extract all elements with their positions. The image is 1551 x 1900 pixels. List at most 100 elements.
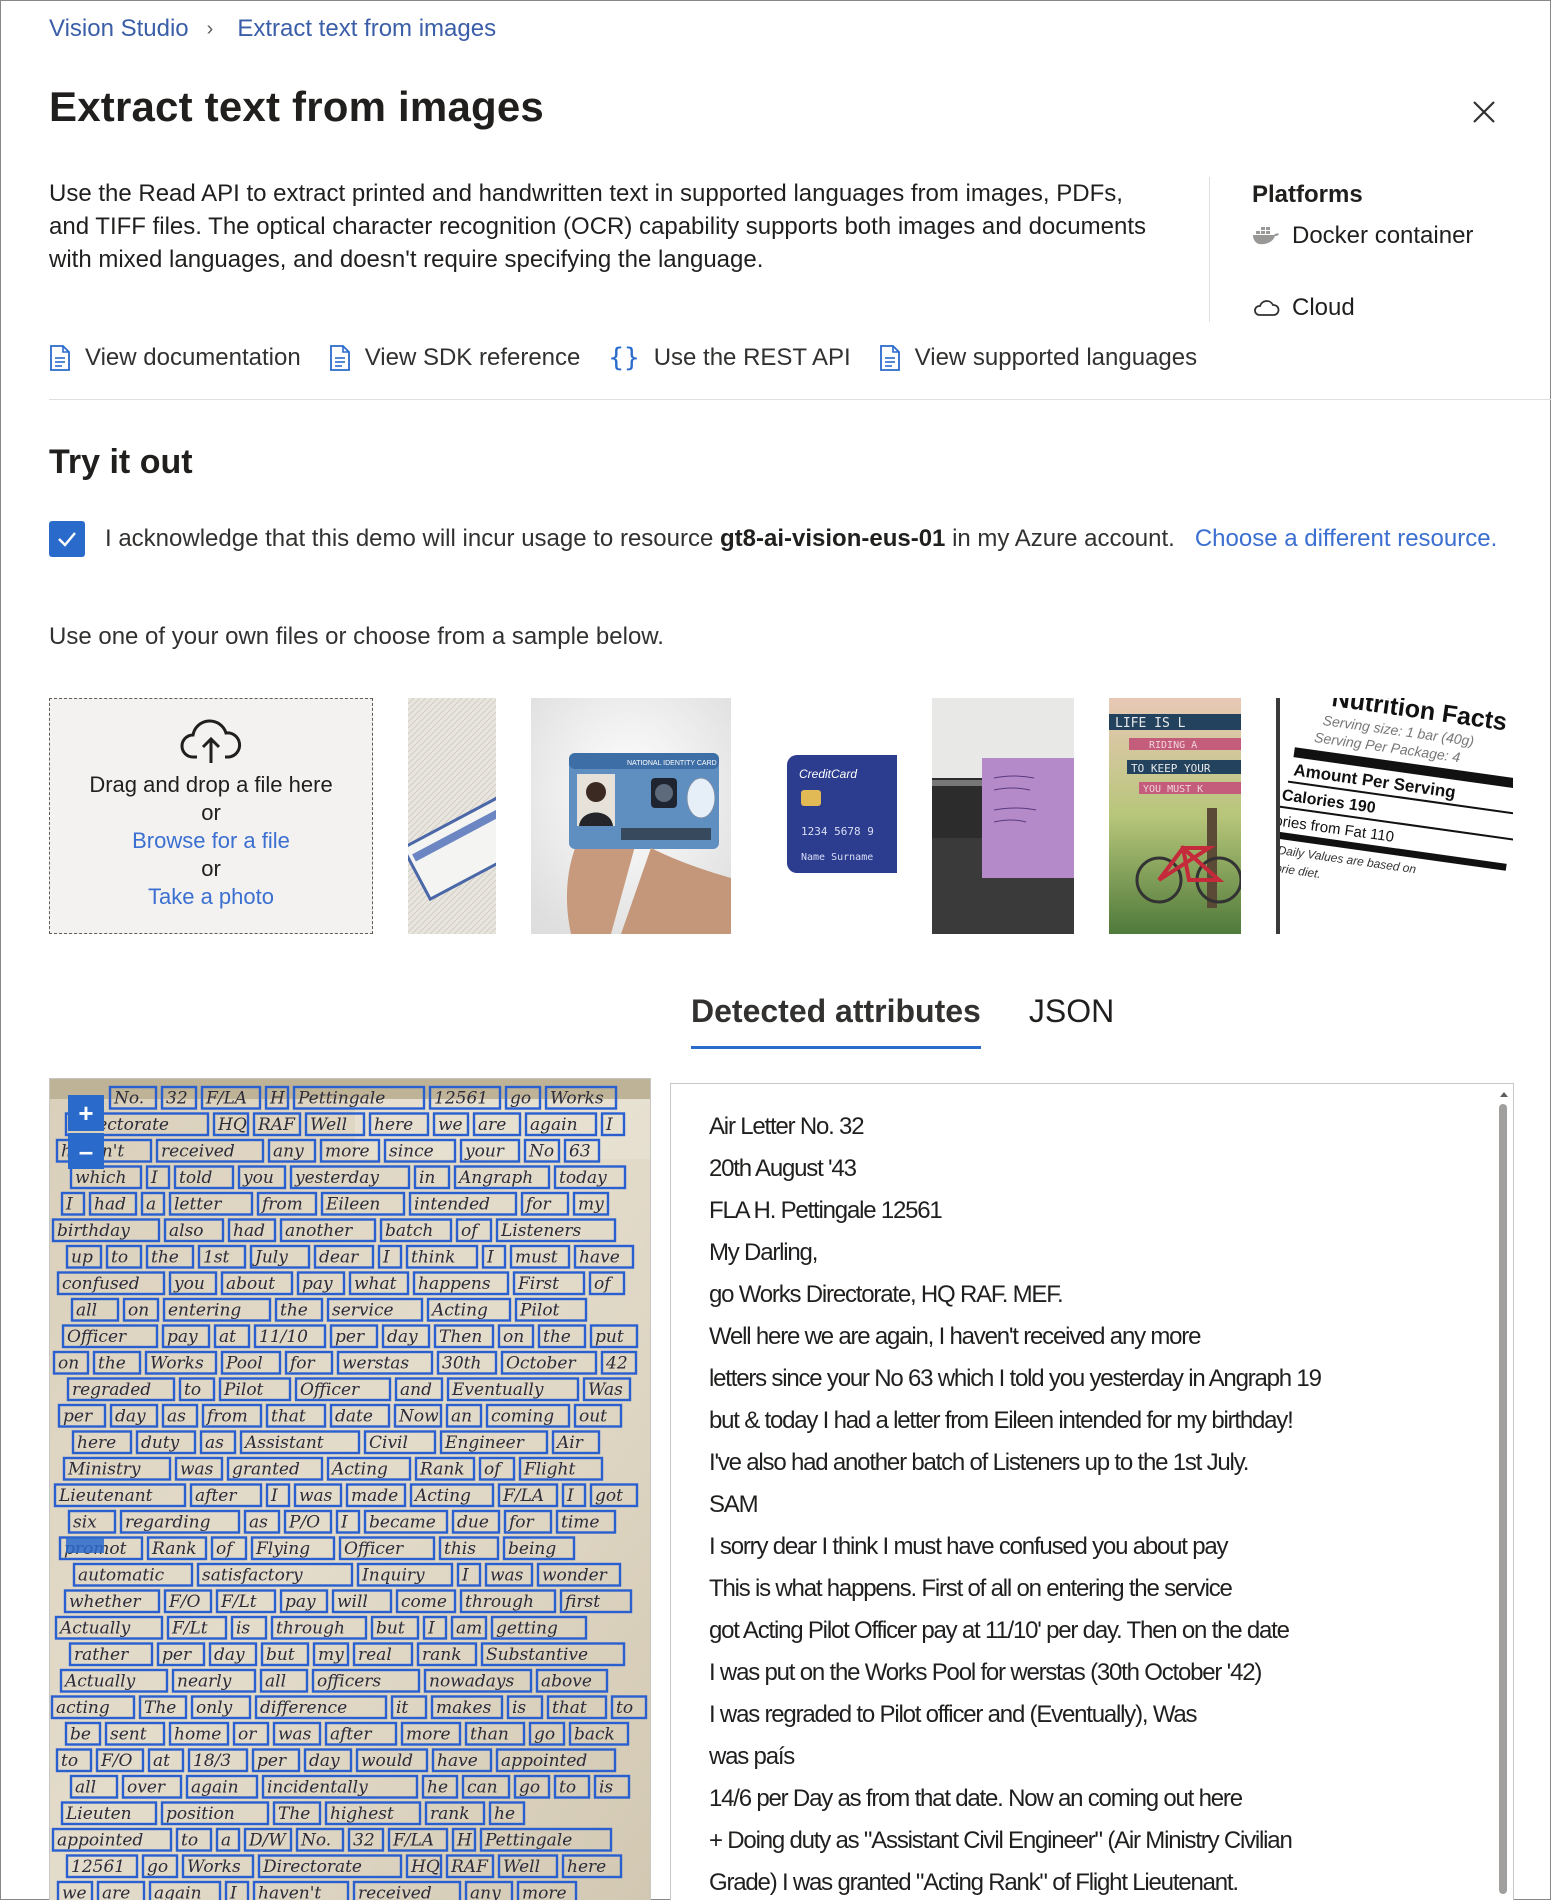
handwritten-word: what — [354, 1274, 397, 1294]
sample-image-bicycle-quote[interactable]: LIFE IS L RIDING A TO KEEP YOUR YOU MUST… — [1109, 698, 1241, 934]
handwritten-word: here — [77, 1433, 116, 1453]
sample-image-credit-card[interactable]: CreditCard 1234 5678 9 Name Surname — [767, 698, 897, 934]
scroll-up-icon[interactable] — [1499, 1090, 1509, 1098]
handwritten-word: to — [61, 1751, 78, 1771]
handwritten-word: Now — [398, 1407, 439, 1427]
sample-image-sticky-note[interactable] — [932, 698, 1074, 934]
zoom-out-button[interactable]: – — [68, 1133, 104, 1169]
detected-text-line: Grade) I was granted "Acting Rank" of Fl… — [709, 1869, 1239, 1896]
handwritten-word: Acting — [430, 1301, 488, 1321]
view-sdk-reference-link[interactable]: View SDK reference — [329, 344, 580, 372]
handwritten-word: all — [75, 1778, 96, 1798]
view-documentation-link[interactable]: View documentation — [49, 344, 301, 372]
handwritten-word: nowadays — [429, 1672, 514, 1692]
choose-different-resource-link[interactable]: Choose a different resource. — [1195, 525, 1497, 553]
handwritten-word: letter — [174, 1195, 222, 1215]
use-rest-api-link[interactable]: {} Use the REST API — [608, 343, 850, 373]
acknowledge-checkbox[interactable] — [49, 521, 85, 557]
handwritten-word: the — [543, 1327, 571, 1347]
handwritten-word: this — [444, 1539, 476, 1559]
handwritten-word: October — [506, 1354, 576, 1374]
handwritten-word: he — [494, 1804, 515, 1824]
handwritten-word: only — [196, 1698, 233, 1718]
handwritten-word: P/O — [288, 1513, 320, 1533]
handwritten-word: getting — [496, 1619, 558, 1639]
acknowledge-prefix: I acknowledge that this demo will incur … — [105, 525, 714, 552]
breadcrumb-home-link[interactable]: Vision Studio — [49, 15, 189, 43]
handwritten-word: of — [216, 1539, 235, 1559]
handwritten-word: Eventually — [451, 1380, 544, 1400]
sample-image-nutrition-facts[interactable]: Nutrition Facts Serving size: 1 bar (40g… — [1276, 698, 1513, 934]
handwritten-word: from — [260, 1195, 303, 1215]
handwritten-word: first — [563, 1592, 600, 1612]
use-files-instructions: Use one of your own files or choose from… — [49, 623, 664, 650]
handwritten-word: again — [154, 1884, 202, 1900]
handwritten-word: 12561 — [434, 1089, 488, 1109]
handwritten-word: Pilot — [519, 1301, 560, 1321]
braces-icon: {} — [608, 343, 640, 373]
tab-json[interactable]: JSON — [1029, 993, 1114, 1049]
handwritten-word: Actually — [58, 1619, 131, 1639]
sample-image-social-security-card[interactable] — [408, 698, 496, 934]
handwritten-word: 32 — [166, 1089, 188, 1109]
handwritten-word: would — [361, 1751, 413, 1771]
detected-text-line: I've also had another batch of Listeners… — [709, 1449, 1249, 1476]
acknowledge-row: I acknowledge that this demo will incur … — [49, 521, 1497, 557]
handwritten-word: today — [559, 1168, 607, 1188]
browse-file-link[interactable]: Browse for a file — [50, 827, 372, 855]
take-photo-link[interactable]: Take a photo — [50, 883, 372, 911]
detected-text-panel[interactable]: Air Letter No. 32 20th August '43 FLA H. P… — [670, 1083, 1514, 1900]
handwritten-word: day — [387, 1327, 418, 1347]
breadcrumb: Vision Studio › Extract text from images — [49, 15, 496, 43]
handwritten-word: Officer — [344, 1539, 404, 1559]
handwritten-word: Civil — [369, 1433, 408, 1453]
handwritten-word: I — [461, 1566, 469, 1586]
handwritten-word: haven't — [258, 1884, 321, 1900]
handwritten-word: go — [519, 1778, 540, 1798]
handwritten-word: F/LA — [502, 1486, 544, 1506]
handwritten-word: I — [270, 1486, 278, 1506]
scrollbar-thumb[interactable] — [1499, 1104, 1507, 1894]
handwritten-word: rank — [430, 1804, 470, 1824]
sample-image-identity-card[interactable]: NATIONAL IDENTITY CARD — [531, 698, 731, 934]
handwritten-word: 18/3 — [193, 1751, 231, 1771]
handwritten-word: up — [71, 1248, 93, 1268]
handwritten-word: a — [221, 1831, 231, 1851]
handwritten-word: again — [530, 1115, 578, 1135]
handwritten-word: you — [173, 1274, 205, 1294]
docker-icon — [1253, 227, 1279, 245]
poster-line-3: TO KEEP YOUR — [1131, 762, 1211, 775]
handwritten-word: above — [541, 1672, 592, 1692]
handwritten-word: my — [318, 1645, 344, 1665]
handwritten-word: Officer — [300, 1380, 360, 1400]
resource-name: gt8-ai-vision-eus-01 — [720, 525, 946, 552]
zoom-in-button[interactable]: + — [68, 1095, 104, 1131]
breadcrumb-current-link[interactable]: Extract text from images — [237, 15, 496, 43]
handwritten-word: Inquiry — [361, 1566, 425, 1586]
handwritten-word: Listeners — [500, 1221, 581, 1241]
handwritten-word: Pettingale — [297, 1089, 385, 1109]
tab-detected-attributes[interactable]: Detected attributes — [691, 993, 981, 1049]
handwritten-word: HQ — [217, 1115, 247, 1135]
section-divider — [49, 399, 1551, 400]
dropzone-or: or — [201, 800, 221, 825]
image-scroll-handle[interactable] — [66, 1537, 104, 1553]
app-frame: Vision Studio › Extract text from images… — [0, 0, 1551, 1900]
handwritten-word: are — [478, 1115, 506, 1135]
handwritten-word: entering — [168, 1301, 241, 1321]
handwritten-word: difference — [260, 1698, 347, 1718]
handwritten-word: satisfactory — [202, 1566, 303, 1586]
handwritten-word: coming — [491, 1407, 554, 1427]
view-supported-languages-link[interactable]: View supported languages — [879, 344, 1197, 372]
handwritten-word: The — [144, 1698, 176, 1718]
file-dropzone[interactable]: Drag and drop a file here or Browse for … — [49, 698, 373, 934]
detected-text-line: I was put on the Works Pool for werstas … — [709, 1659, 1262, 1686]
handwritten-word: regarding — [125, 1513, 211, 1533]
analyzed-image-panel[interactable]: No. 32 F/LA H Pettingale 12561 go Works Director… — [49, 1078, 651, 1900]
handwritten-word: through — [276, 1619, 345, 1639]
handwritten-word: got — [595, 1486, 623, 1506]
resource-links: View documentation View SDK reference {}… — [49, 343, 1225, 373]
handwritten-word: to — [111, 1248, 128, 1268]
close-button[interactable] — [1469, 97, 1499, 127]
handwritten-word: Works — [550, 1089, 604, 1109]
